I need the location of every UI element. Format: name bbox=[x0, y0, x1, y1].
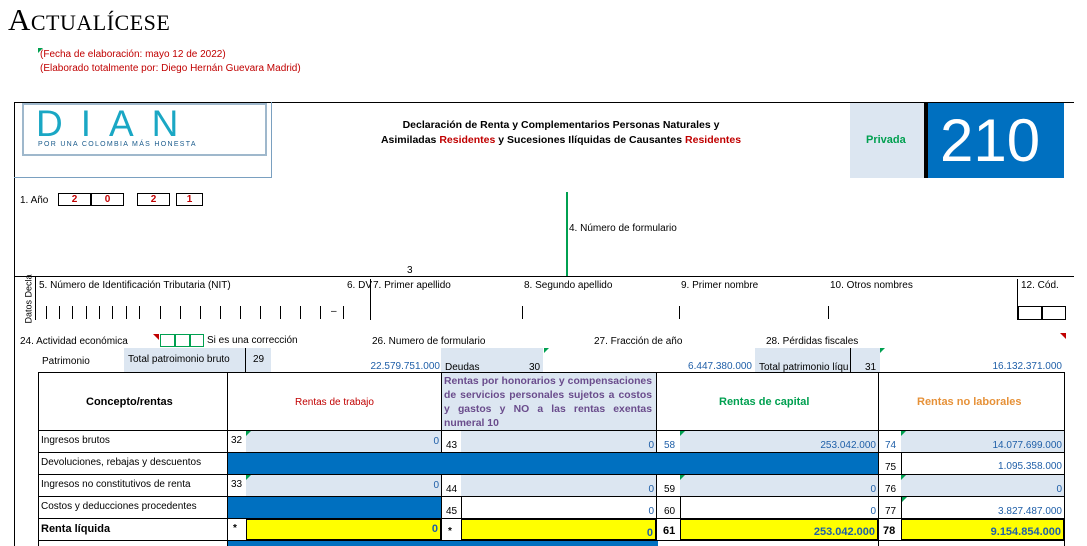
field-33[interactable]: 0 bbox=[246, 475, 441, 496]
first-name-label: 9. Primer nombre bbox=[681, 280, 759, 291]
gross-equity-value[interactable]: 22.579.751.000 bbox=[272, 361, 440, 372]
field-code: 60 bbox=[664, 506, 676, 517]
row-label-devoluciones: Devoluciones, rebajas y descuentos bbox=[41, 457, 202, 468]
correction-form-number-label: 26. Numero de formulario bbox=[372, 336, 486, 347]
year-digit[interactable]: 1 bbox=[176, 193, 203, 206]
privacy-label: Privada bbox=[866, 134, 906, 146]
field-61[interactable]: 253.042.000 bbox=[680, 519, 878, 540]
dian-logo: DIAN POR UNA COLOMBIA MÁS HONESTA bbox=[22, 103, 267, 156]
field-code: 77 bbox=[885, 506, 897, 517]
col-header-capital: Rentas de capital bbox=[719, 396, 810, 408]
col-header-no-laborales: Rentas no laborales bbox=[917, 396, 1022, 408]
field-code: 32 bbox=[231, 435, 243, 446]
field-59[interactable]: 0 bbox=[680, 475, 878, 496]
second-surname-label: 8. Segundo apellido bbox=[524, 280, 613, 291]
blocked-cell bbox=[228, 497, 441, 518]
field-code: 45 bbox=[446, 506, 458, 517]
row-label-ingresos-no-constitutivos: Ingresos no constitutivos de renta bbox=[41, 479, 191, 490]
field-58[interactable]: 253.042.000 bbox=[680, 431, 878, 452]
dv-label: 6. DV bbox=[347, 280, 373, 291]
field-3: 3 bbox=[407, 265, 413, 276]
form-title-line1: Declaración de Renta y Complementarios P… bbox=[402, 119, 720, 131]
form-number-box: 210 bbox=[924, 103, 1064, 178]
field-code: * bbox=[448, 526, 452, 537]
field-60[interactable]: 0 bbox=[680, 497, 878, 518]
col-header-trabajo: Rentas de trabajo bbox=[295, 397, 374, 408]
correction-label: Si es una corrección bbox=[207, 335, 298, 346]
form-title-line2: Asimiladas Residentes y Sucesiones Ilíqu… bbox=[380, 134, 742, 146]
field-76[interactable]: 0 bbox=[901, 475, 1064, 496]
year-digit[interactable]: 2 bbox=[58, 193, 91, 206]
row-label-costos: Costos y deducciones procedentes bbox=[41, 501, 197, 512]
field-code: 74 bbox=[885, 440, 897, 451]
gross-equity-code: 29 bbox=[245, 348, 271, 372]
first-surname-label: 7. Primer apellido bbox=[373, 280, 451, 291]
dian-slogan: POR UNA COLOMBIA MÁS HONESTA bbox=[38, 141, 197, 148]
field-code: 75 bbox=[885, 462, 897, 473]
activity-box[interactable] bbox=[190, 334, 204, 347]
year-label: 1. Año bbox=[20, 195, 49, 206]
field-75[interactable]: 1.095.358.000 bbox=[901, 453, 1064, 474]
year-fraction-label: 27. Fracción de año bbox=[594, 336, 683, 347]
field-code: 33 bbox=[231, 479, 243, 490]
code-box-2[interactable] bbox=[1042, 306, 1066, 320]
field-74[interactable]: 14.077.699.000 bbox=[901, 431, 1064, 452]
blocked-cells bbox=[228, 453, 878, 474]
field-code: 43 bbox=[446, 440, 458, 451]
field-43[interactable]: 0 bbox=[461, 431, 656, 452]
note-author: (Elaborado totalmente por: Diego Hernán … bbox=[40, 63, 301, 74]
field-code: 78 bbox=[883, 525, 896, 537]
net-equity-label-cell: Total patrimonio líqu 31 bbox=[755, 348, 880, 373]
brand-title: Actualícese bbox=[8, 2, 171, 37]
other-names-label: 10. Otros nombres bbox=[830, 280, 913, 291]
nit-label: 5. Número de Identificación Tributaria (… bbox=[39, 280, 231, 291]
tax-losses-label: 28. Pérdidas fiscales bbox=[766, 336, 859, 347]
debts-label-cell: Deudas 30 bbox=[441, 348, 543, 373]
field-44[interactable]: 0 bbox=[461, 475, 656, 496]
year-digit[interactable]: 0 bbox=[91, 193, 124, 206]
gross-equity-label-cell: Total patroimonio bruto bbox=[124, 348, 245, 372]
row-label-ingresos-brutos: Ingresos brutos bbox=[41, 435, 110, 446]
field-renta-trabajo[interactable]: 0 bbox=[246, 519, 441, 540]
patrimonio-label: Patrimonio bbox=[42, 356, 90, 367]
field-78[interactable]: 9.154.854.000 bbox=[901, 519, 1064, 540]
field-code: * bbox=[233, 523, 237, 534]
activity-box[interactable] bbox=[175, 334, 190, 347]
field-renta-honorarios[interactable]: 0 bbox=[461, 519, 656, 540]
field-45[interactable]: 0 bbox=[461, 497, 656, 518]
code-box-1[interactable] bbox=[1018, 306, 1042, 320]
form-number-label: 4. Número de formulario bbox=[569, 223, 677, 234]
field-code: 59 bbox=[664, 484, 676, 495]
debts-value[interactable]: 6.447.380.000 bbox=[544, 361, 752, 372]
activity-box[interactable] bbox=[160, 334, 175, 347]
form-number: 210 bbox=[940, 107, 1041, 174]
field-code: 44 bbox=[446, 484, 458, 495]
net-equity-value[interactable]: 16.132.371.000 bbox=[880, 361, 1062, 372]
note-date: (Fecha de elaboración: mayo 12 de 2022) bbox=[40, 49, 226, 60]
activity-label: 24. Actividad económica bbox=[20, 336, 128, 347]
field-32[interactable]: 0 bbox=[246, 431, 441, 452]
datos-side-label: Datos Decla bbox=[23, 274, 34, 324]
code-label: 12. Cód. bbox=[1021, 280, 1059, 291]
blocked-row-edge bbox=[228, 541, 658, 546]
nit-input[interactable] bbox=[40, 306, 345, 319]
concept-header: Concepto/rentas bbox=[86, 396, 173, 408]
field-code: 58 bbox=[664, 440, 676, 451]
dian-logo-text: DIAN bbox=[36, 103, 197, 144]
field-code: 76 bbox=[885, 484, 897, 495]
year-digit[interactable]: 2 bbox=[137, 193, 170, 206]
field-77[interactable]: 3.827.487.000 bbox=[901, 497, 1064, 518]
col-header-honorarios: Rentas por honorarios y compensaciones d… bbox=[442, 373, 656, 430]
privacy-box: Privada bbox=[850, 103, 924, 178]
field-code: 61 bbox=[663, 525, 676, 537]
row-label-renta-liquida: Renta líquida bbox=[41, 523, 111, 535]
